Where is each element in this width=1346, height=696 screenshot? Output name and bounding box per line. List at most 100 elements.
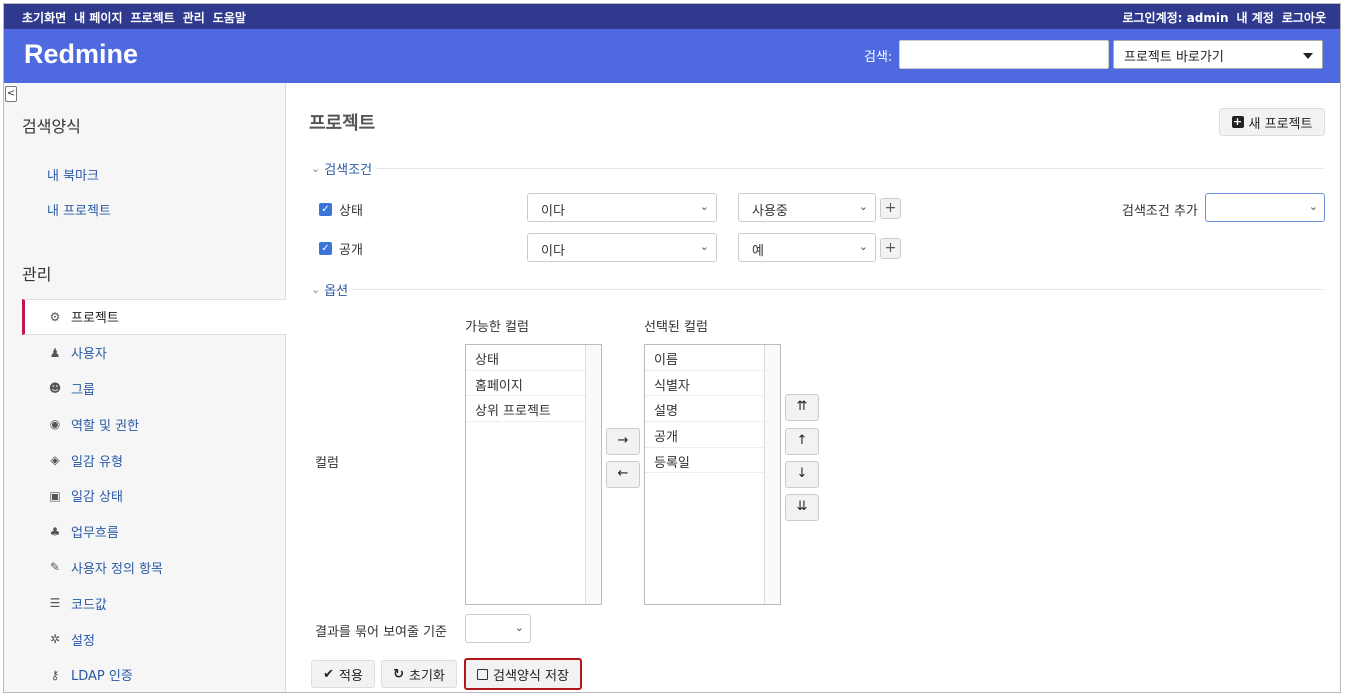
selected-columns-heading: 선택된 컬럼 (644, 320, 708, 335)
clear-button[interactable]: ↻ 초기화 (381, 660, 457, 688)
filter-public: ✓ 공개 (319, 239, 363, 258)
group-by-select[interactable]: ⌄ (465, 614, 531, 643)
options-legend-label: 옵션 (324, 284, 349, 299)
main-content: 프로젝트 + 새 프로젝트 ⌄ 검색조건 ✓ 상태 이다 ⌄ 사용중 ⌄ + ✓… (287, 83, 1340, 692)
filter-status-operator[interactable]: 이다 ⌄ (527, 193, 717, 222)
chevron-down-icon: ⌄ (311, 283, 321, 296)
logout-link[interactable]: 로그아웃 (1282, 9, 1326, 26)
query-link-my-projects[interactable]: 내 프로젝트 (47, 200, 111, 219)
admin-item-label: 역할 및 권한 (71, 418, 140, 434)
filter-status-value-text: 사용중 (752, 204, 788, 219)
check-icon: ✔ (323, 666, 334, 682)
new-project-button[interactable]: + 새 프로젝트 (1219, 108, 1325, 136)
filter-public-value-text: 예 (752, 244, 764, 259)
workflow-icon: ♣ (49, 524, 61, 539)
top-menu: 초기화면 내 페이지 프로젝트 관리 도움말 로그인계정: admin 내 계정… (4, 4, 1340, 29)
options-legend[interactable]: ⌄ 옵션 (311, 280, 348, 299)
new-project-label: 새 프로젝트 (1248, 116, 1313, 132)
filter-public-operator-value: 이다 (541, 244, 565, 259)
scrollbar[interactable] (585, 345, 601, 604)
search-input[interactable] (899, 40, 1109, 69)
selected-columns-list[interactable]: 이름 식별자 설명 공개 등록일 (644, 344, 781, 605)
admin-item-ldap[interactable]: ⚷ LDAP 인증 (22, 657, 286, 692)
move-up-button[interactable]: ↑ (785, 428, 819, 455)
project-jump-select[interactable]: 프로젝트 바로가기 (1113, 40, 1323, 69)
apply-button[interactable]: ✔ 적용 (311, 660, 375, 688)
list-icon: ☰ (49, 596, 61, 611)
filter-public-operator[interactable]: 이다 ⌄ (527, 233, 717, 262)
filter-status-plus-button[interactable]: + (880, 198, 901, 219)
admin-item-enumerations[interactable]: ☰ 코드값 (22, 585, 286, 621)
sidebar-collapse-button[interactable]: < (5, 86, 17, 102)
apply-label: 적용 (338, 668, 363, 684)
chevron-left-icon: < (6, 88, 16, 99)
move-left-button[interactable]: ← (606, 461, 640, 488)
pencil-icon: ✎ (49, 560, 61, 575)
available-columns-heading: 가능한 컬럼 (465, 320, 529, 335)
settings-icon: ✲ (49, 632, 61, 647)
admin-item-groups[interactable]: ☻ 그룹 (22, 371, 286, 407)
admin-item-issue-statuses[interactable]: ▣ 일감 상태 (22, 478, 286, 514)
query-link-bookmarks[interactable]: 내 북마크 (47, 165, 99, 184)
my-account-link[interactable]: 내 계정 (1237, 9, 1274, 26)
chevron-down-icon: ⌄ (1308, 200, 1318, 213)
list-item[interactable]: 이름 (645, 345, 764, 371)
top-menu-home[interactable]: 초기화면 (22, 9, 66, 26)
admin-item-roles[interactable]: ◉ 역할 및 권한 (22, 406, 286, 442)
group-icon: ☻ (48, 381, 62, 396)
add-filter-label: 검색조건 추가 (1122, 204, 1198, 219)
add-filter-select[interactable]: ⌄ (1205, 193, 1325, 222)
logged-in-user[interactable]: admin (1187, 11, 1229, 25)
eye-icon: ◉ (49, 417, 61, 432)
list-item[interactable]: 홈페이지 (466, 371, 585, 397)
top-menu-my-page[interactable]: 내 페이지 (74, 9, 122, 26)
available-columns-list[interactable]: 상태 홈페이지 상위 프로젝트 (465, 344, 602, 605)
brand-title[interactable]: Redmine (24, 39, 138, 70)
filter-public-plus-button[interactable]: + (880, 238, 901, 259)
admin-heading: 관리 (22, 265, 52, 284)
list-item[interactable]: 상태 (466, 345, 585, 371)
projects-icon: ⚙ (49, 309, 61, 324)
plus-square-icon: + (1231, 115, 1244, 128)
columns-label: 컬럼 (315, 456, 339, 471)
top-menu-help[interactable]: 도움말 (213, 9, 246, 26)
admin-item-label: 코드값 (71, 597, 107, 613)
admin-item-custom-fields[interactable]: ✎ 사용자 정의 항목 (22, 550, 286, 586)
filter-status-checkbox[interactable]: ✓ (319, 203, 332, 216)
list-item[interactable]: 등록일 (645, 448, 764, 474)
list-item[interactable]: 공개 (645, 422, 764, 448)
filter-status: ✓ 상태 (319, 200, 363, 219)
list-item[interactable]: 식별자 (645, 371, 764, 397)
admin-item-users[interactable]: ♟ 사용자 (22, 335, 286, 371)
admin-item-projects[interactable]: ⚙ 프로젝트 (22, 299, 286, 335)
top-menu-admin[interactable]: 관리 (183, 9, 205, 26)
chevron-down-icon: ⌄ (699, 240, 709, 253)
admin-item-label: LDAP 인증 (71, 669, 133, 685)
search-label: 검색: (864, 50, 893, 65)
list-item[interactable]: 설명 (645, 396, 764, 423)
filter-status-value[interactable]: 사용중 ⌄ (738, 193, 876, 222)
filter-public-checkbox[interactable]: ✓ (319, 242, 332, 255)
filter-public-value[interactable]: 예 ⌄ (738, 233, 876, 262)
move-down-button[interactable]: ↓ (785, 461, 819, 488)
admin-item-label: 설정 (71, 633, 95, 649)
admin-item-trackers[interactable]: ◈ 일감 유형 (22, 442, 286, 478)
move-top-button[interactable]: ⇈ (785, 394, 819, 421)
admin-item-workflow[interactable]: ♣ 업무흐름 (22, 514, 286, 550)
admin-item-settings[interactable]: ✲ 설정 (22, 621, 286, 657)
header: Redmine 검색: 프로젝트 바로가기 (4, 29, 1340, 83)
save-query-label: 검색양식 저장 (493, 668, 569, 684)
top-menu-projects[interactable]: 프로젝트 (131, 9, 175, 26)
sidebar: < 검색양식 내 북마크 내 프로젝트 관리 ⚙ 프로젝트 ♟ 사용자 ☻ 그룹… (4, 83, 286, 692)
group-by-label: 결과를 묶어 보여줄 기준 (315, 625, 447, 640)
list-item[interactable]: 상위 프로젝트 (466, 396, 585, 423)
save-query-button[interactable]: 검색양식 저장 (464, 658, 582, 690)
clear-label: 초기화 (409, 668, 445, 684)
logged-in-as: 로그인계정: admin (1122, 9, 1228, 26)
filters-legend[interactable]: ⌄ 검색조건 (311, 159, 372, 178)
move-bottom-button[interactable]: ⇊ (785, 494, 819, 521)
admin-item-label: 사용자 정의 항목 (71, 561, 163, 577)
move-right-button[interactable]: → (606, 428, 640, 455)
admin-menu: ⚙ 프로젝트 ♟ 사용자 ☻ 그룹 ◉ 역할 및 권한 ◈ 일감 유형 ▣ 일감… (22, 299, 286, 692)
scrollbar[interactable] (764, 345, 780, 604)
